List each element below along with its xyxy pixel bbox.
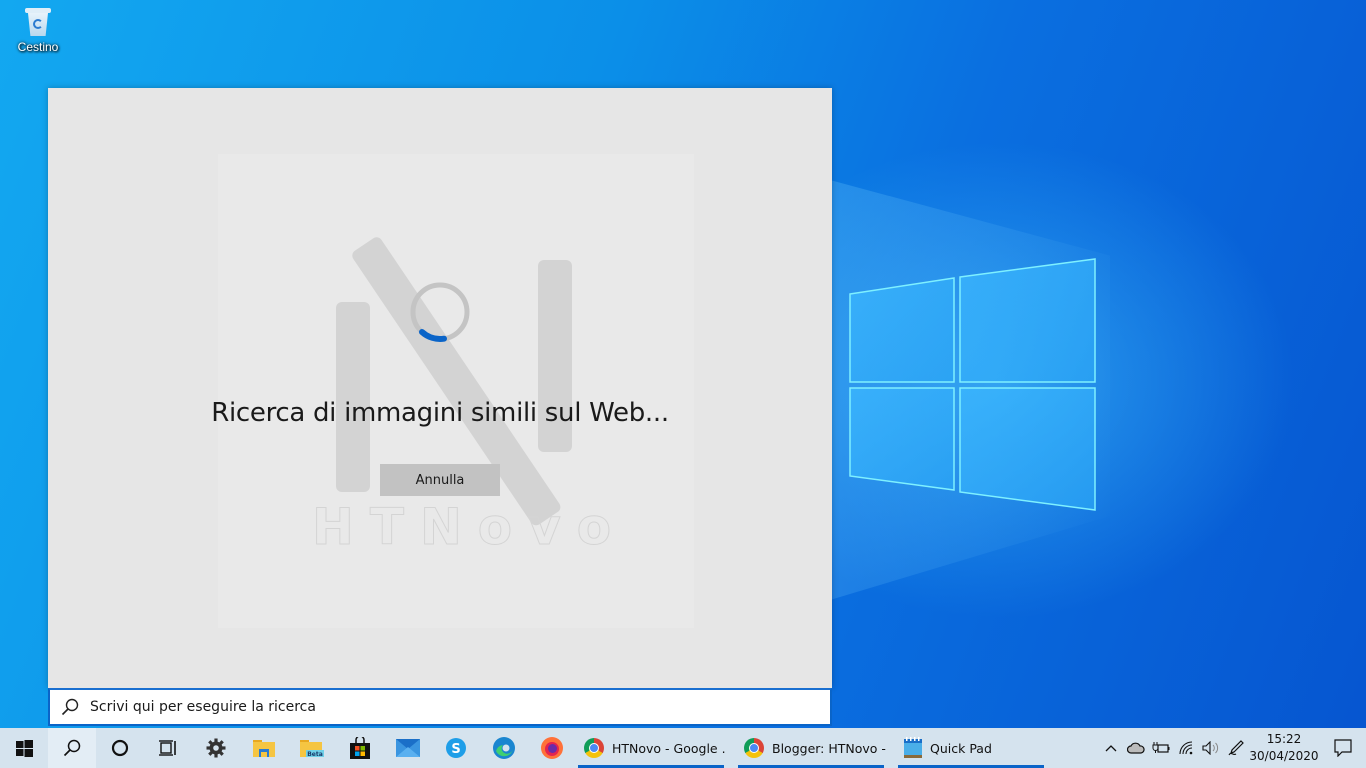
volume-button[interactable]: [1198, 728, 1223, 768]
svg-text:S: S: [451, 742, 460, 757]
mail-icon: [396, 739, 420, 757]
windows-logo-wallpaper: [849, 258, 1096, 511]
chrome-icon: [584, 738, 604, 758]
search-panel: HTNovo Ricerca di immagini simili sul We…: [48, 88, 832, 688]
file-explorer-button[interactable]: [240, 728, 288, 768]
windows-ink-button[interactable]: [1223, 728, 1248, 768]
mail-button[interactable]: [384, 728, 432, 768]
store-bag-icon: [350, 737, 370, 759]
search-icon: [63, 739, 81, 757]
cortana-button[interactable]: [96, 728, 144, 768]
loading-spinner-icon: [410, 282, 470, 342]
pen-icon: [1228, 740, 1244, 756]
desktop-icon-label: Cestino: [17, 40, 59, 54]
search-input[interactable]: [90, 699, 790, 715]
gear-icon: [206, 738, 226, 758]
search-button[interactable]: [48, 728, 96, 768]
desktop-icon-recycle-bin[interactable]: Cestino: [10, 6, 66, 54]
taskbar-search-box[interactable]: [48, 688, 832, 726]
chevron-up-icon: [1105, 745, 1116, 752]
volume-icon: [1201, 741, 1218, 755]
cancel-button[interactable]: Annulla: [380, 464, 500, 496]
firefox-icon: [541, 737, 563, 759]
watermark-text: HTNovo: [311, 498, 628, 557]
search-icon: [50, 698, 90, 716]
taskbar-app-title: Blogger: HTNovo - ...: [772, 740, 886, 756]
onedrive-cloud-icon: [1126, 742, 1145, 754]
onedrive-button[interactable]: [1123, 728, 1148, 768]
file-explorer-beta-button[interactable]: Beta: [288, 728, 336, 768]
skype-button[interactable]: S: [432, 728, 480, 768]
taskbar: Beta S HTNovo - Google ... Blogger: HTNo…: [0, 728, 1366, 768]
system-tray: 15:22 30/04/2020: [1098, 728, 1366, 768]
search-status-text: Ricerca di immagini simili sul Web...: [211, 398, 669, 428]
taskbar-app-title: Quick Pad: [930, 740, 992, 756]
watermark-image: HTNovo: [218, 154, 694, 628]
cortana-circle-icon: [111, 739, 129, 757]
action-center-icon: [1334, 739, 1352, 757]
action-center-button[interactable]: [1320, 728, 1366, 768]
taskbar-app-quick-pad[interactable]: Quick Pad: [896, 728, 1046, 768]
clock[interactable]: 15:22 30/04/2020: [1248, 731, 1320, 765]
show-hidden-icons-button[interactable]: [1098, 728, 1123, 768]
edge-icon: [493, 737, 515, 759]
task-view-icon: [159, 740, 176, 756]
skype-icon: S: [446, 738, 466, 758]
chrome-icon: [744, 738, 764, 758]
wifi-icon: [1178, 741, 1192, 755]
beta-badge: Beta: [307, 751, 323, 758]
folder-beta-icon: Beta: [300, 740, 324, 758]
taskbar-app-chrome-blogger[interactable]: Blogger: HTNovo - ...: [736, 728, 886, 768]
taskbar-app-title: HTNovo - Google ...: [612, 740, 726, 756]
store-button[interactable]: [336, 728, 384, 768]
clock-date: 30/04/2020: [1249, 749, 1319, 763]
battery-button[interactable]: [1148, 728, 1173, 768]
folder-icon: [253, 740, 275, 757]
quickpad-icon: [904, 737, 922, 758]
windows-start-icon: [15, 739, 33, 757]
start-button[interactable]: [0, 728, 48, 768]
firefox-button[interactable]: [528, 728, 576, 768]
network-button[interactable]: [1173, 728, 1198, 768]
settings-button[interactable]: [192, 728, 240, 768]
clock-time: 15:22: [1266, 732, 1302, 746]
taskbar-app-chrome-htnovo[interactable]: HTNovo - Google ...: [576, 728, 726, 768]
recycle-bin-icon: [24, 6, 52, 38]
battery-plug-icon: [1152, 742, 1169, 753]
task-view-button[interactable]: [144, 728, 192, 768]
edge-button[interactable]: [480, 728, 528, 768]
